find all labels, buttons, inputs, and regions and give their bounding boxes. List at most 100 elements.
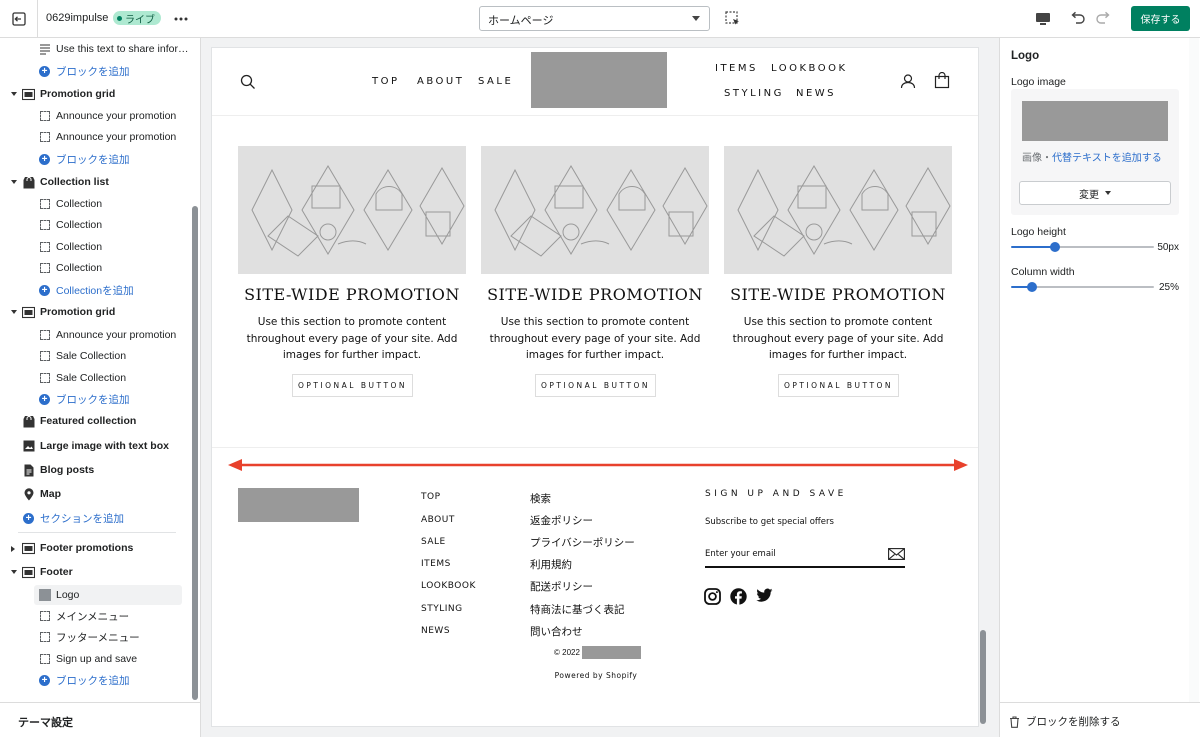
caret-down-icon[interactable]	[11, 180, 17, 184]
add-block-button[interactable]: + ブロックを追加	[0, 149, 190, 169]
sidebar-block-item[interactable]: Logo	[34, 585, 182, 605]
sidebar-item-label: Announce your promotion	[56, 131, 177, 143]
sidebar-block-item[interactable]: Collection	[0, 215, 190, 235]
footer-main-menu-item[interactable]: ABOUT	[421, 515, 455, 525]
sidebar-block-item[interactable]: メインメニュー	[0, 606, 190, 626]
settings-scrollbar[interactable]	[1189, 38, 1199, 702]
theme-name: 0629impulse	[46, 12, 109, 24]
sidebar-scrollbar[interactable]	[192, 206, 198, 700]
sidebar-block-item[interactable]: Collection	[0, 194, 190, 214]
store-logo[interactable]	[531, 52, 667, 108]
column-width-slider[interactable]	[1011, 282, 1154, 292]
cart-bag-icon[interactable]	[934, 72, 950, 89]
sidebar-item-label: Collection list	[40, 176, 109, 188]
footer-menu-item[interactable]: プライバシーポリシー	[530, 535, 635, 550]
promo-optional-button[interactable]: OPTIONAL BUTTON	[778, 374, 899, 397]
nav-link-items[interactable]: ITEMS	[715, 63, 758, 74]
logo-height-slider[interactable]	[1011, 242, 1154, 252]
theme-settings-button[interactable]: テーマ設定	[18, 714, 73, 730]
nav-link-news[interactable]: NEWS	[796, 88, 836, 99]
powered-by-shopify[interactable]: Powered by Shopify	[212, 671, 978, 680]
nav-link-about[interactable]: ABOUT	[417, 76, 464, 87]
sidebar-section-footer-promotions[interactable]: Footer promotions	[0, 538, 190, 558]
footer-menu-item[interactable]: 返金ポリシー	[530, 513, 593, 528]
logo-thumbnail[interactable]	[1022, 101, 1168, 141]
caret-down-icon[interactable]	[11, 92, 17, 96]
nav-link-lookbook[interactable]: LOOKBOOK	[771, 63, 848, 74]
page-select[interactable]: ホームページ	[479, 6, 710, 31]
search-icon[interactable]	[240, 74, 256, 90]
footer-main-menu-item[interactable]: LOOKBOOK	[421, 581, 476, 591]
add-block-button[interactable]: + ブロックを追加	[0, 389, 190, 409]
footer-main-menu-item[interactable]: STYLING	[421, 604, 463, 614]
exit-button[interactable]	[0, 0, 38, 38]
more-actions-button[interactable]	[172, 10, 190, 28]
sidebar-block-item[interactable]: Collection	[0, 258, 190, 278]
sidebar-section-blog-posts[interactable]: Blog posts	[0, 460, 190, 480]
inspector-button[interactable]	[723, 9, 743, 29]
nav-link-styling[interactable]: STYLING	[724, 88, 784, 99]
account-icon[interactable]	[900, 73, 916, 89]
device-preview-button[interactable]	[1034, 10, 1052, 28]
block-dashed-icon	[38, 131, 51, 144]
envelope-icon[interactable]	[888, 548, 905, 560]
sidebar-block-item[interactable]: Announce your promotion	[0, 106, 190, 126]
sidebar-section-promotion-grid[interactable]: Promotion grid	[0, 84, 190, 104]
sidebar-section-large-image-with-text-box[interactable]: Large image with text box	[0, 436, 190, 456]
nav-link-sale[interactable]: SALE	[478, 76, 513, 87]
promo-optional-button[interactable]: OPTIONAL BUTTON	[535, 374, 656, 397]
footer-menu-item[interactable]: 利用規約	[530, 557, 572, 572]
sidebar-block-item[interactable]: Announce your promotion	[0, 127, 190, 147]
sidebar-item-label: Collectionを追加	[56, 284, 134, 297]
undo-button[interactable]	[1068, 9, 1088, 29]
remove-block-button[interactable]: ブロックを削除する	[1009, 714, 1121, 729]
redo-button[interactable]	[1093, 9, 1113, 29]
sidebar-block-item[interactable]: Use this text to share infor…	[0, 39, 190, 59]
add-block-button[interactable]: + ブロックを追加	[0, 61, 190, 81]
twitter-icon[interactable]	[756, 588, 773, 603]
sidebar-block-item[interactable]: Announce your promotion	[0, 325, 190, 345]
sidebar-block-item[interactable]: Collection	[0, 237, 190, 257]
footer-logo[interactable]	[238, 488, 359, 522]
bag-icon	[22, 415, 35, 428]
facebook-icon[interactable]	[730, 588, 747, 605]
block-dashed-icon	[38, 110, 51, 123]
footer-menu-item[interactable]: 特商法に基づく表記	[530, 602, 625, 617]
newsletter-email-input[interactable]: Enter your email	[705, 542, 905, 568]
footer-main-menu-item[interactable]: NEWS	[421, 626, 450, 636]
footer-main-menu-item[interactable]: ITEMS	[421, 559, 451, 569]
sidebar-block-item[interactable]: Sign up and save	[0, 649, 190, 669]
sidebar-section-footer[interactable]: Footer	[0, 562, 190, 582]
promo-optional-button[interactable]: OPTIONAL BUTTON	[292, 374, 413, 397]
sidebar-section-promotion-grid[interactable]: Promotion grid	[0, 302, 190, 322]
block-dashed-icon	[38, 241, 51, 254]
footer-menu-item[interactable]: 検索	[530, 491, 551, 506]
sidebar-section-map[interactable]: Map	[0, 484, 190, 504]
sidebar-block-item[interactable]: フッターメニュー	[0, 627, 190, 647]
signup-subtitle: Subscribe to get special offers	[705, 517, 834, 527]
caret-down-icon[interactable]	[11, 310, 17, 314]
footer-menu-item[interactable]: 問い合わせ	[530, 624, 583, 639]
sidebar-section-featured-collection[interactable]: Featured collection	[0, 411, 190, 431]
nav-link-top[interactable]: TOP	[372, 76, 400, 87]
add-block-button[interactable]: + セクションを追加	[0, 508, 190, 528]
change-image-button[interactable]: 変更	[1019, 181, 1171, 205]
sidebar-block-item[interactable]: Sale Collection	[0, 346, 190, 366]
add-block-button[interactable]: + ブロックを追加	[0, 670, 190, 690]
caret-down-icon[interactable]	[11, 570, 17, 574]
slider-thumb[interactable]	[1027, 282, 1038, 292]
footer-menu-item[interactable]: 配送ポリシー	[530, 579, 593, 594]
add-block-button[interactable]: + Collectionを追加	[0, 280, 190, 300]
footer-main-menu-item[interactable]: TOP	[421, 492, 441, 502]
add-alt-text-link[interactable]: 代替テキストを追加する	[1052, 153, 1162, 164]
save-button[interactable]: 保存する	[1131, 6, 1190, 31]
footer-main-menu-item[interactable]: SALE	[421, 537, 446, 547]
map-pin-icon	[22, 487, 35, 501]
instagram-icon[interactable]	[704, 588, 721, 605]
caret-right-icon[interactable]	[11, 546, 15, 552]
sidebar-block-item[interactable]: Sale Collection	[0, 368, 190, 388]
slider-thumb[interactable]	[1050, 242, 1061, 252]
sidebar-section-collection-list[interactable]: Collection list	[0, 172, 190, 192]
preview-scrollbar[interactable]	[980, 630, 986, 724]
image-text: 画像・	[1022, 153, 1052, 164]
